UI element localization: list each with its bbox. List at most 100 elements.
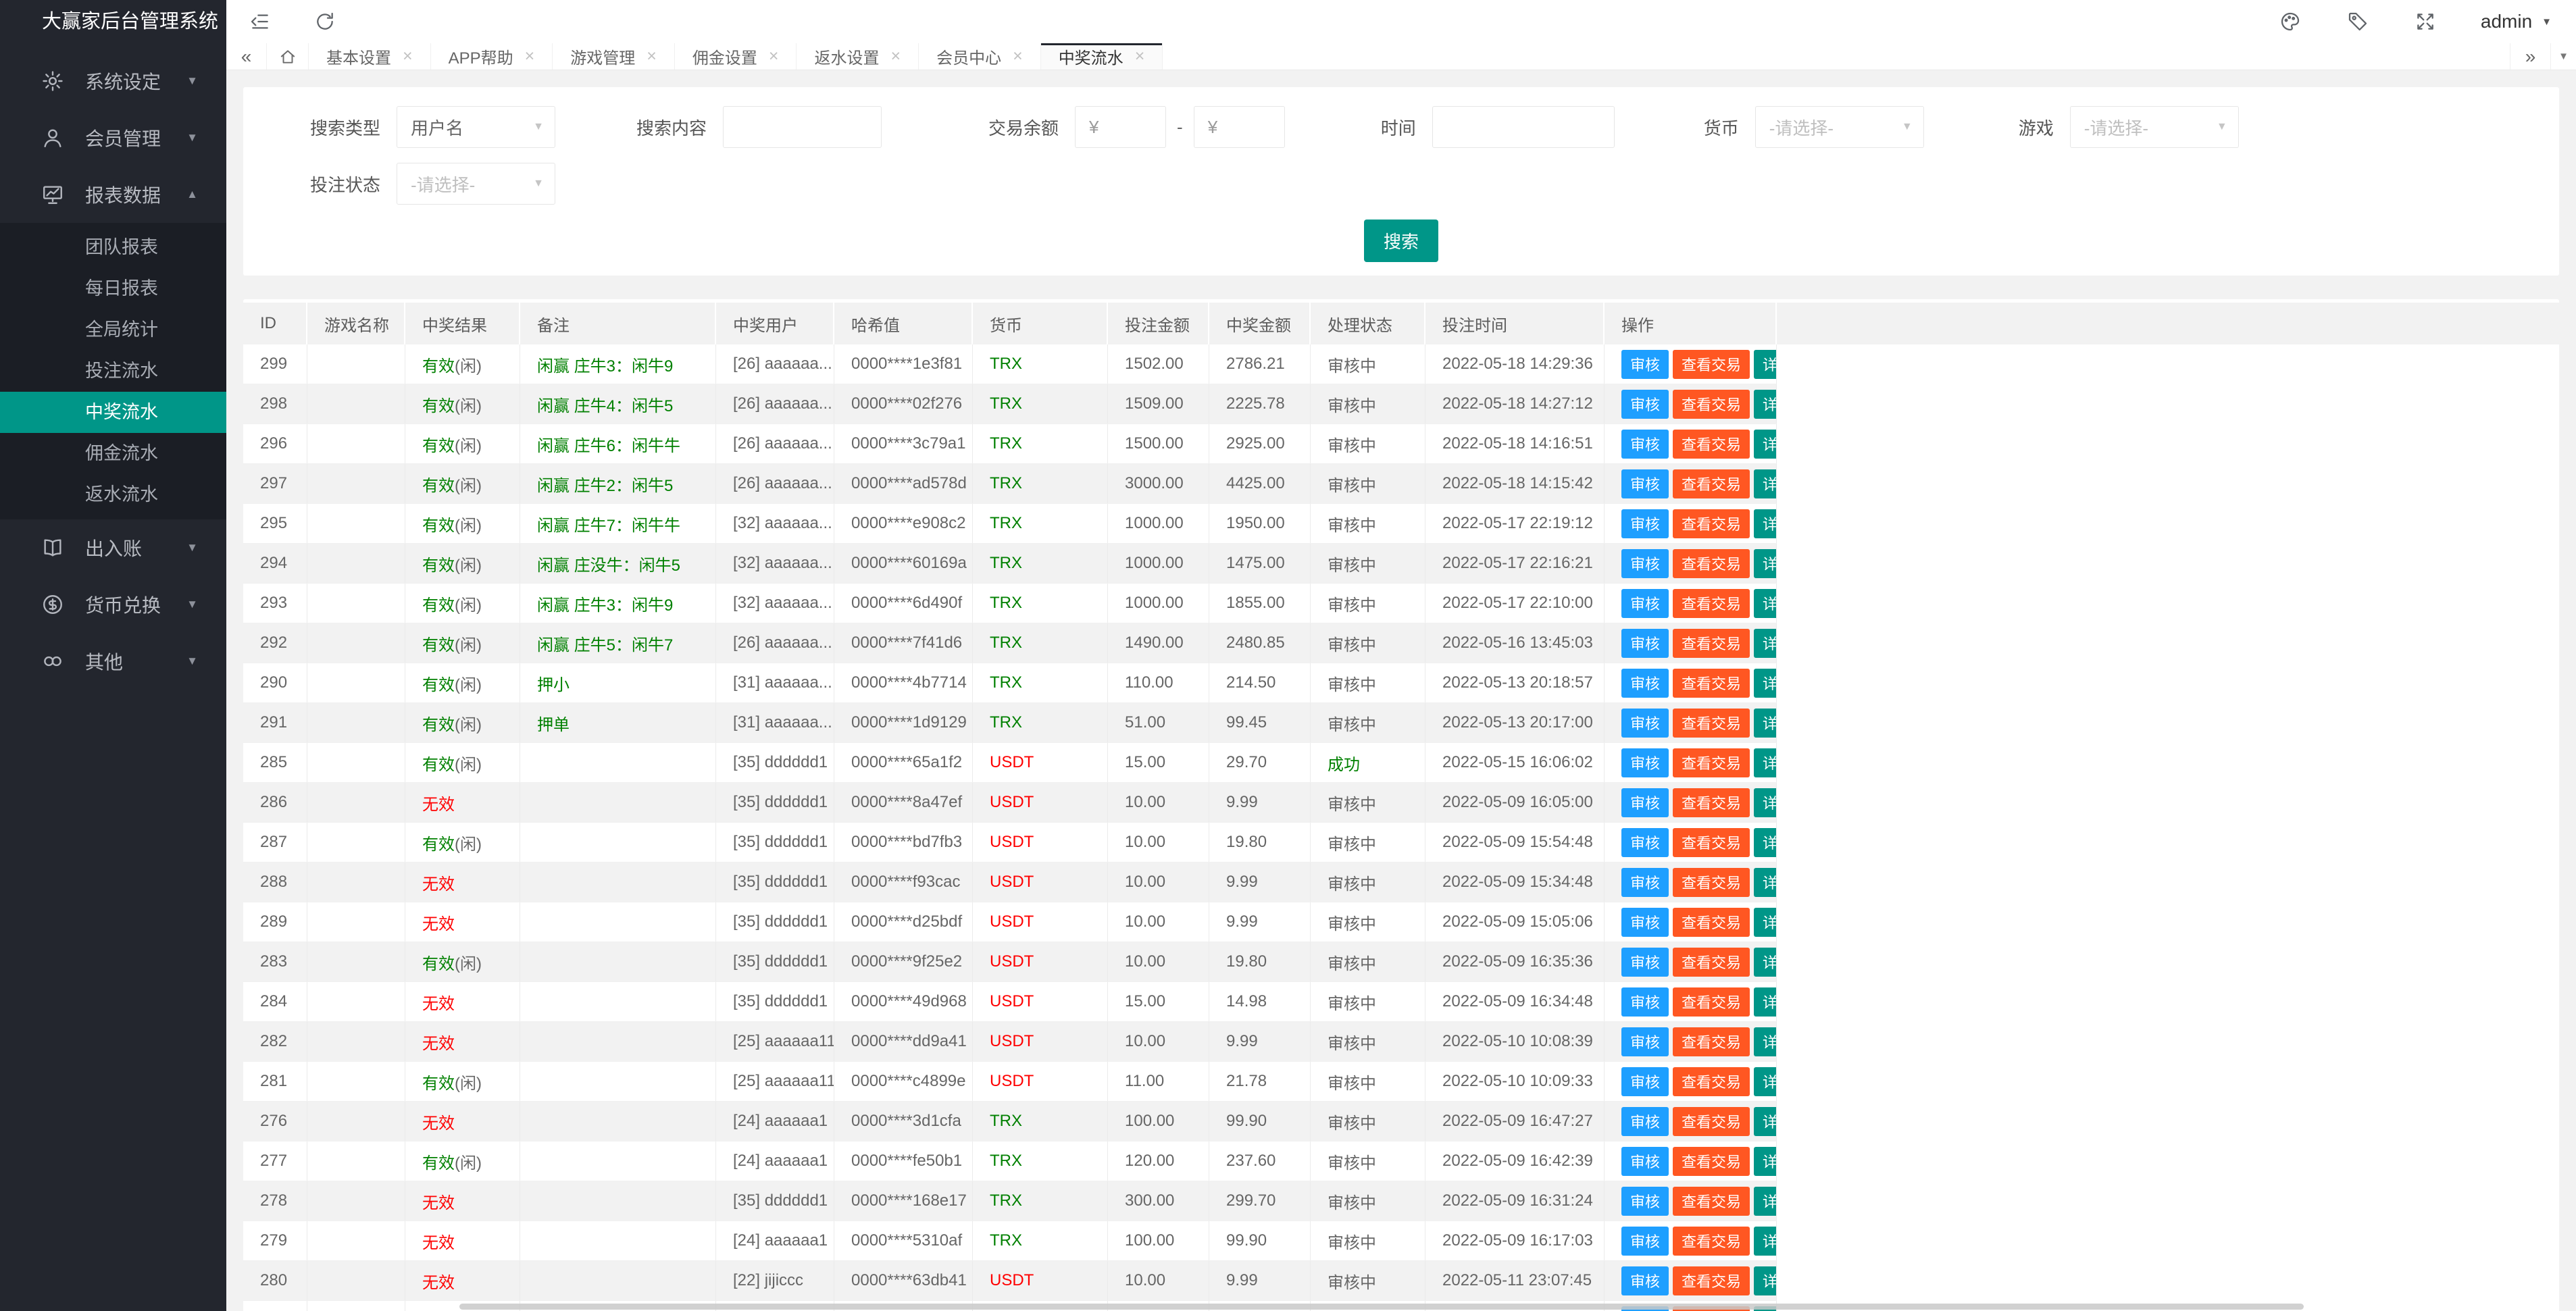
view-transaction-button[interactable]: 查看交易 [1673,549,1750,578]
game-select[interactable]: -请选择- ▼ [2070,106,2239,148]
audit-button[interactable]: 审核 [1621,509,1669,538]
audit-button[interactable]: 审核 [1621,350,1669,379]
audit-button[interactable]: 审核 [1621,788,1669,817]
sidebar-group-1[interactable]: 会员管理▼ [0,109,226,166]
audit-button[interactable]: 审核 [1621,1067,1669,1096]
sidebar-group-5[interactable]: 其他▼ [0,633,226,690]
bet-status-select[interactable]: -请选择- ▼ [397,163,555,205]
search-type-select[interactable]: 用户名 ▼ [397,106,555,148]
close-icon[interactable]: × [525,47,535,66]
view-transaction-button[interactable]: 查看交易 [1673,1027,1750,1056]
tab-基本设置[interactable]: 基本设置× [309,43,431,70]
detail-button[interactable]: 详情 [1754,589,1777,618]
view-transaction-button[interactable]: 查看交易 [1673,1266,1750,1295]
audit-button[interactable]: 审核 [1621,390,1669,419]
detail-button[interactable]: 详情 [1754,629,1777,658]
sidebar-group-3[interactable]: 出入账▼ [0,519,226,576]
view-transaction-button[interactable]: 查看交易 [1673,987,1750,1017]
detail-button[interactable]: 详情 [1754,788,1777,817]
search-button[interactable]: 搜索 [1364,220,1438,262]
audit-button[interactable]: 审核 [1621,1027,1669,1056]
audit-button[interactable]: 审核 [1621,549,1669,578]
view-transaction-button[interactable]: 查看交易 [1673,469,1750,498]
sidebar-item-返水流水[interactable]: 返水流水 [0,474,226,515]
detail-button[interactable]: 详情 [1754,1027,1777,1056]
audit-button[interactable]: 审核 [1621,1107,1669,1136]
view-transaction-button[interactable]: 查看交易 [1673,828,1750,857]
view-transaction-button[interactable]: 查看交易 [1673,1107,1750,1136]
sidebar-item-中奖流水[interactable]: 中奖流水 [0,392,226,433]
view-transaction-button[interactable]: 查看交易 [1673,709,1750,738]
view-transaction-button[interactable]: 查看交易 [1673,350,1750,379]
detail-button[interactable]: 详情 [1754,987,1777,1017]
tab-佣金设置[interactable]: 佣金设置× [675,43,797,70]
audit-button[interactable]: 审核 [1621,469,1669,498]
detail-button[interactable]: 详情 [1754,509,1777,538]
detail-button[interactable]: 详情 [1754,390,1777,419]
tab-APP帮助[interactable]: APP帮助× [431,43,553,70]
tabs-more-icon[interactable]: ▼ [2550,43,2576,70]
tag-icon[interactable] [2343,7,2373,36]
view-transaction-button[interactable]: 查看交易 [1673,1227,1750,1256]
detail-button[interactable]: 详情 [1754,1266,1777,1295]
tab-中奖流水[interactable]: 中奖流水× [1041,43,1163,70]
audit-button[interactable]: 审核 [1621,589,1669,618]
detail-button[interactable]: 详情 [1754,868,1777,897]
horizontal-scrollbar[interactable] [459,1304,2304,1310]
detail-button[interactable]: 详情 [1754,1187,1777,1216]
audit-button[interactable]: 审核 [1621,430,1669,459]
view-transaction-button[interactable]: 查看交易 [1673,748,1750,777]
sidebar-item-投注流水[interactable]: 投注流水 [0,351,226,392]
tab-游戏管理[interactable]: 游戏管理× [553,43,675,70]
detail-button[interactable]: 详情 [1754,469,1777,498]
sidebar-group-0[interactable]: 系统设定▼ [0,53,226,109]
balance-max-input[interactable] [1194,106,1285,148]
view-transaction-button[interactable]: 查看交易 [1673,1147,1750,1176]
detail-button[interactable]: 详情 [1754,1107,1777,1136]
home-tab[interactable] [267,43,309,70]
tab-返水设置[interactable]: 返水设置× [797,43,919,70]
tabs-scroll-right[interactable]: » [2510,43,2550,70]
view-transaction-button[interactable]: 查看交易 [1673,788,1750,817]
close-icon[interactable]: × [769,47,779,66]
detail-button[interactable]: 详情 [1754,1227,1777,1256]
detail-button[interactable]: 详情 [1754,430,1777,459]
time-input[interactable] [1432,106,1615,148]
sidebar-item-佣金流水[interactable]: 佣金流水 [0,433,226,474]
view-transaction-button[interactable]: 查看交易 [1673,908,1750,937]
audit-button[interactable]: 审核 [1621,1227,1669,1256]
audit-button[interactable]: 审核 [1621,669,1669,698]
theme-palette-icon[interactable] [2275,7,2305,36]
sidebar-group-4[interactable]: 货币兑换▼ [0,576,226,633]
close-icon[interactable]: × [647,47,657,66]
view-transaction-button[interactable]: 查看交易 [1673,669,1750,698]
detail-button[interactable]: 详情 [1754,1067,1777,1096]
close-icon[interactable]: × [1135,47,1145,66]
audit-button[interactable]: 审核 [1621,1147,1669,1176]
detail-button[interactable]: 详情 [1754,748,1777,777]
view-transaction-button[interactable]: 查看交易 [1673,629,1750,658]
audit-button[interactable]: 审核 [1621,828,1669,857]
audit-button[interactable]: 审核 [1621,868,1669,897]
audit-button[interactable]: 审核 [1621,748,1669,777]
audit-button[interactable]: 审核 [1621,629,1669,658]
balance-min-input[interactable] [1075,106,1166,148]
sidebar-item-每日报表[interactable]: 每日报表 [0,268,226,309]
audit-button[interactable]: 审核 [1621,709,1669,738]
audit-button[interactable]: 审核 [1621,987,1669,1017]
sidebar-group-2[interactable]: 报表数据▲ [0,166,226,223]
user-menu[interactable]: admin ▼ [2481,11,2552,32]
detail-button[interactable]: 详情 [1754,1147,1777,1176]
view-transaction-button[interactable]: 查看交易 [1673,589,1750,618]
detail-button[interactable]: 详情 [1754,549,1777,578]
collapse-sidebar-icon[interactable] [245,7,275,36]
view-transaction-button[interactable]: 查看交易 [1673,1187,1750,1216]
detail-button[interactable]: 详情 [1754,350,1777,379]
sidebar-item-团队报表[interactable]: 团队报表 [0,227,226,268]
refresh-icon[interactable] [310,7,340,36]
detail-button[interactable]: 详情 [1754,908,1777,937]
view-transaction-button[interactable]: 查看交易 [1673,1067,1750,1096]
sidebar-item-全局统计[interactable]: 全局统计 [0,309,226,351]
detail-button[interactable]: 详情 [1754,709,1777,738]
view-transaction-button[interactable]: 查看交易 [1673,509,1750,538]
